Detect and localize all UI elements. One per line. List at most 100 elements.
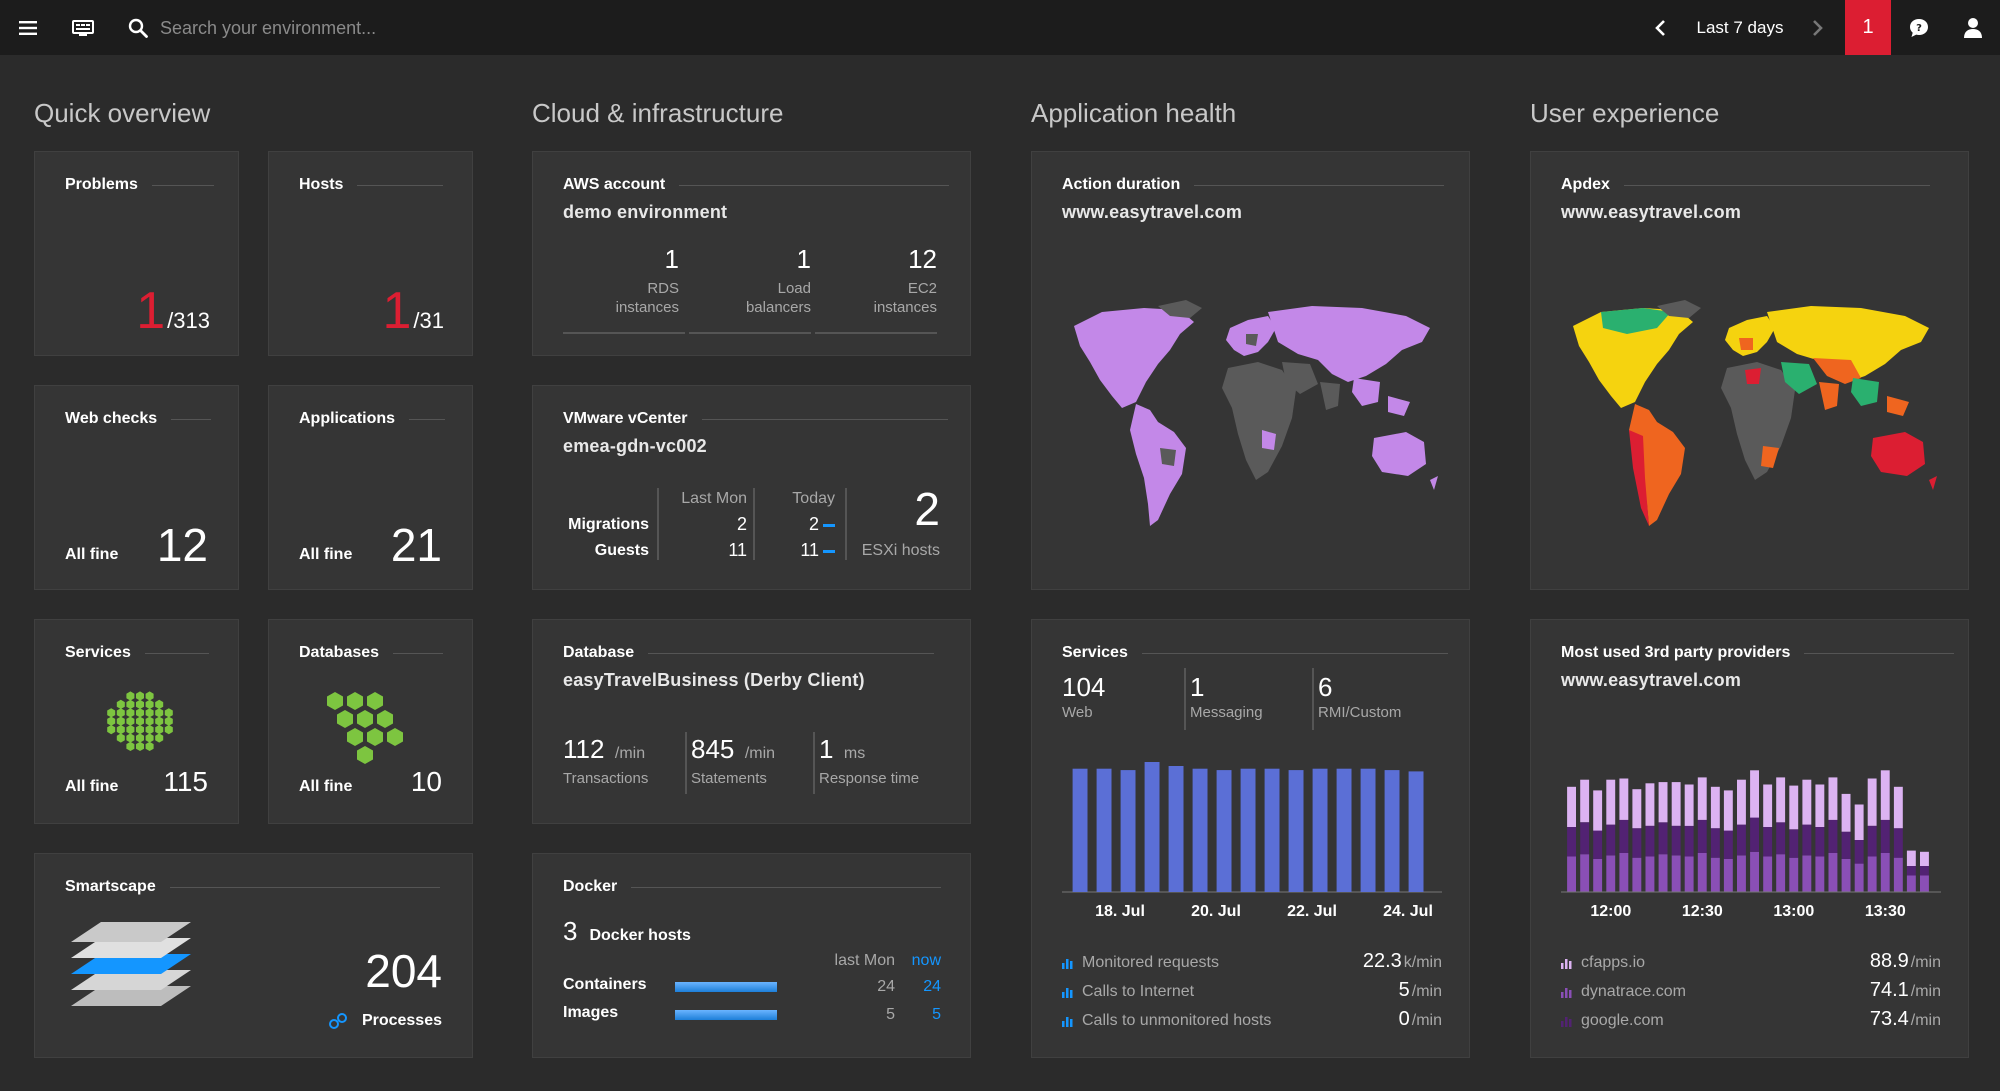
stacked-bar-segment[interactable] [1828, 777, 1838, 820]
metric-row[interactable]: dynatrace.com 74.1/min [1561, 977, 1941, 1006]
stacked-bar-segment[interactable] [1723, 858, 1733, 892]
stacked-bar-segment[interactable] [1606, 779, 1616, 825]
stacked-bar-segment[interactable] [1880, 770, 1890, 820]
menu-icon[interactable] [12, 0, 44, 55]
bar[interactable] [1240, 768, 1256, 892]
stacked-bar-segment[interactable] [1684, 825, 1694, 857]
stacked-bar-segment[interactable] [1776, 822, 1786, 855]
stacked-bar-segment[interactable] [1776, 854, 1786, 892]
stacked-bar-segment[interactable] [1723, 790, 1733, 831]
stacked-bar-segment[interactable] [1619, 778, 1629, 820]
stacked-bar-segment[interactable] [1697, 777, 1707, 820]
stacked-bar-segment[interactable] [1632, 828, 1642, 858]
prev-timeframe-icon[interactable] [1648, 0, 1672, 55]
stacked-bar-segment[interactable] [1580, 822, 1590, 855]
stacked-bar-segment[interactable] [1697, 819, 1707, 853]
metric-row[interactable]: google.com 73.4/min [1561, 1006, 1941, 1035]
stacked-bar-segment[interactable] [1789, 785, 1799, 830]
stacked-bar-segment[interactable] [1854, 863, 1864, 892]
bar[interactable] [1408, 771, 1424, 892]
stacked-bar-segment[interactable] [1802, 824, 1812, 856]
stacked-bar-segment[interactable] [1763, 784, 1773, 828]
bar[interactable] [1120, 770, 1136, 892]
third-party-providers-tile[interactable]: Most used 3rd party providers www.easytr… [1530, 619, 1969, 1058]
stacked-bar-segment[interactable] [1606, 824, 1616, 856]
problems-tile[interactable]: Problems 1/313 [34, 151, 239, 356]
aws-stat-ec2[interactable]: 12 EC2 instances [815, 244, 937, 334]
stacked-bar-segment[interactable] [1841, 858, 1851, 892]
stacked-bar-segment[interactable] [1893, 857, 1903, 892]
stacked-bar-segment[interactable] [1828, 853, 1838, 892]
bar[interactable] [1168, 766, 1184, 892]
bar[interactable] [1144, 762, 1160, 892]
stacked-bar-segment[interactable] [1567, 786, 1576, 827]
timeframe-selector[interactable]: Last 7 days [1695, 0, 1785, 55]
stacked-bar-segment[interactable] [1867, 778, 1877, 826]
stacked-bar-segment[interactable] [1632, 789, 1642, 829]
stacked-bar-segment[interactable] [1632, 857, 1642, 892]
stacked-bar-segment[interactable] [1671, 825, 1681, 856]
docker-tile[interactable]: Docker 3 Docker hosts last Mon now Conta… [532, 853, 971, 1058]
user-icon[interactable] [1958, 0, 1988, 55]
stacked-bar-segment[interactable] [1645, 783, 1655, 826]
stacked-bar-segment[interactable] [1750, 817, 1759, 852]
aws-account-tile[interactable]: AWS account demo environment 1 RDS insta… [532, 151, 971, 356]
stacked-bar-segment[interactable] [1920, 866, 1929, 876]
apdex-tile[interactable]: Apdex www.easytravel.com [1530, 151, 1969, 590]
stacked-bar-segment[interactable] [1737, 779, 1746, 825]
bar[interactable] [1192, 768, 1208, 892]
metric-row[interactable]: Calls to unmonitored hosts 0/min [1062, 1006, 1442, 1035]
stacked-bar-segment[interactable] [1567, 827, 1576, 857]
stacked-bar-segment[interactable] [1567, 856, 1576, 893]
stacked-bar-segment[interactable] [1867, 856, 1877, 893]
stacked-bar-segment[interactable] [1710, 857, 1720, 892]
stacked-bar-segment[interactable] [1815, 784, 1825, 828]
stacked-bar-segment[interactable] [1606, 855, 1616, 892]
bar[interactable] [1096, 768, 1112, 892]
stacked-bar-segment[interactable] [1593, 790, 1603, 831]
problem-alert-badge[interactable]: 1 [1845, 0, 1891, 55]
next-timeframe-icon[interactable] [1806, 0, 1830, 55]
stacked-bar-segment[interactable] [1854, 804, 1864, 841]
stacked-bar-segment[interactable] [1802, 779, 1812, 825]
stacked-bar-segment[interactable] [1580, 779, 1590, 823]
stacked-bar-segment[interactable] [1737, 855, 1746, 892]
stacked-bar-segment[interactable] [1920, 875, 1929, 893]
search-input[interactable] [160, 11, 860, 45]
bar[interactable] [1360, 768, 1376, 892]
stacked-bar-segment[interactable] [1737, 824, 1746, 856]
stacked-bar-segment[interactable] [1671, 855, 1681, 892]
stacked-bar-segment[interactable] [1763, 856, 1773, 893]
databases-tile[interactable]: Databases All fine 10 [268, 619, 473, 824]
stacked-bar-segment[interactable] [1815, 856, 1825, 893]
applications-tile[interactable]: Applications All fine 21 [268, 385, 473, 590]
chat-icon[interactable]: ? [1904, 0, 1934, 55]
metric-row[interactable]: cfapps.io 88.9/min [1561, 948, 1941, 977]
stacked-bar-segment[interactable] [1906, 875, 1916, 893]
stacked-bar-segment[interactable] [1828, 819, 1838, 853]
search-icon[interactable] [124, 0, 152, 55]
bar[interactable] [1288, 770, 1304, 892]
action-duration-tile[interactable]: Action duration www.easytravel.com [1031, 151, 1470, 590]
stacked-bar-segment[interactable] [1763, 827, 1773, 857]
stacked-bar-segment[interactable] [1619, 819, 1629, 853]
stacked-bar-segment[interactable] [1619, 853, 1629, 892]
stacked-bar-segment[interactable] [1880, 819, 1890, 853]
stacked-bar-segment[interactable] [1580, 854, 1590, 892]
stacked-bar-segment[interactable] [1920, 851, 1929, 866]
bar[interactable] [1216, 770, 1232, 892]
stacked-bar-segment[interactable] [1658, 854, 1668, 892]
stacked-bar-segment[interactable] [1815, 827, 1825, 857]
stacked-bar-segment[interactable] [1710, 786, 1720, 829]
stacked-bar-segment[interactable] [1867, 825, 1877, 857]
stacked-bar-segment[interactable] [1841, 831, 1851, 859]
stacked-bar-segment[interactable] [1880, 853, 1890, 892]
screen-icon[interactable] [66, 0, 100, 55]
services-tile[interactable]: Services All fine 115 [34, 619, 239, 824]
aws-stat-rds[interactable]: 1 RDS instances [563, 244, 685, 334]
stacked-bar-segment[interactable] [1645, 856, 1655, 893]
stacked-bar-segment[interactable] [1906, 850, 1916, 866]
stacked-bar-segment[interactable] [1645, 825, 1655, 857]
services-health-tile[interactable]: Services 104 Web 1 Messaging 6 RMI/Custo… [1031, 619, 1470, 1058]
stacked-bar-segment[interactable] [1802, 855, 1812, 892]
